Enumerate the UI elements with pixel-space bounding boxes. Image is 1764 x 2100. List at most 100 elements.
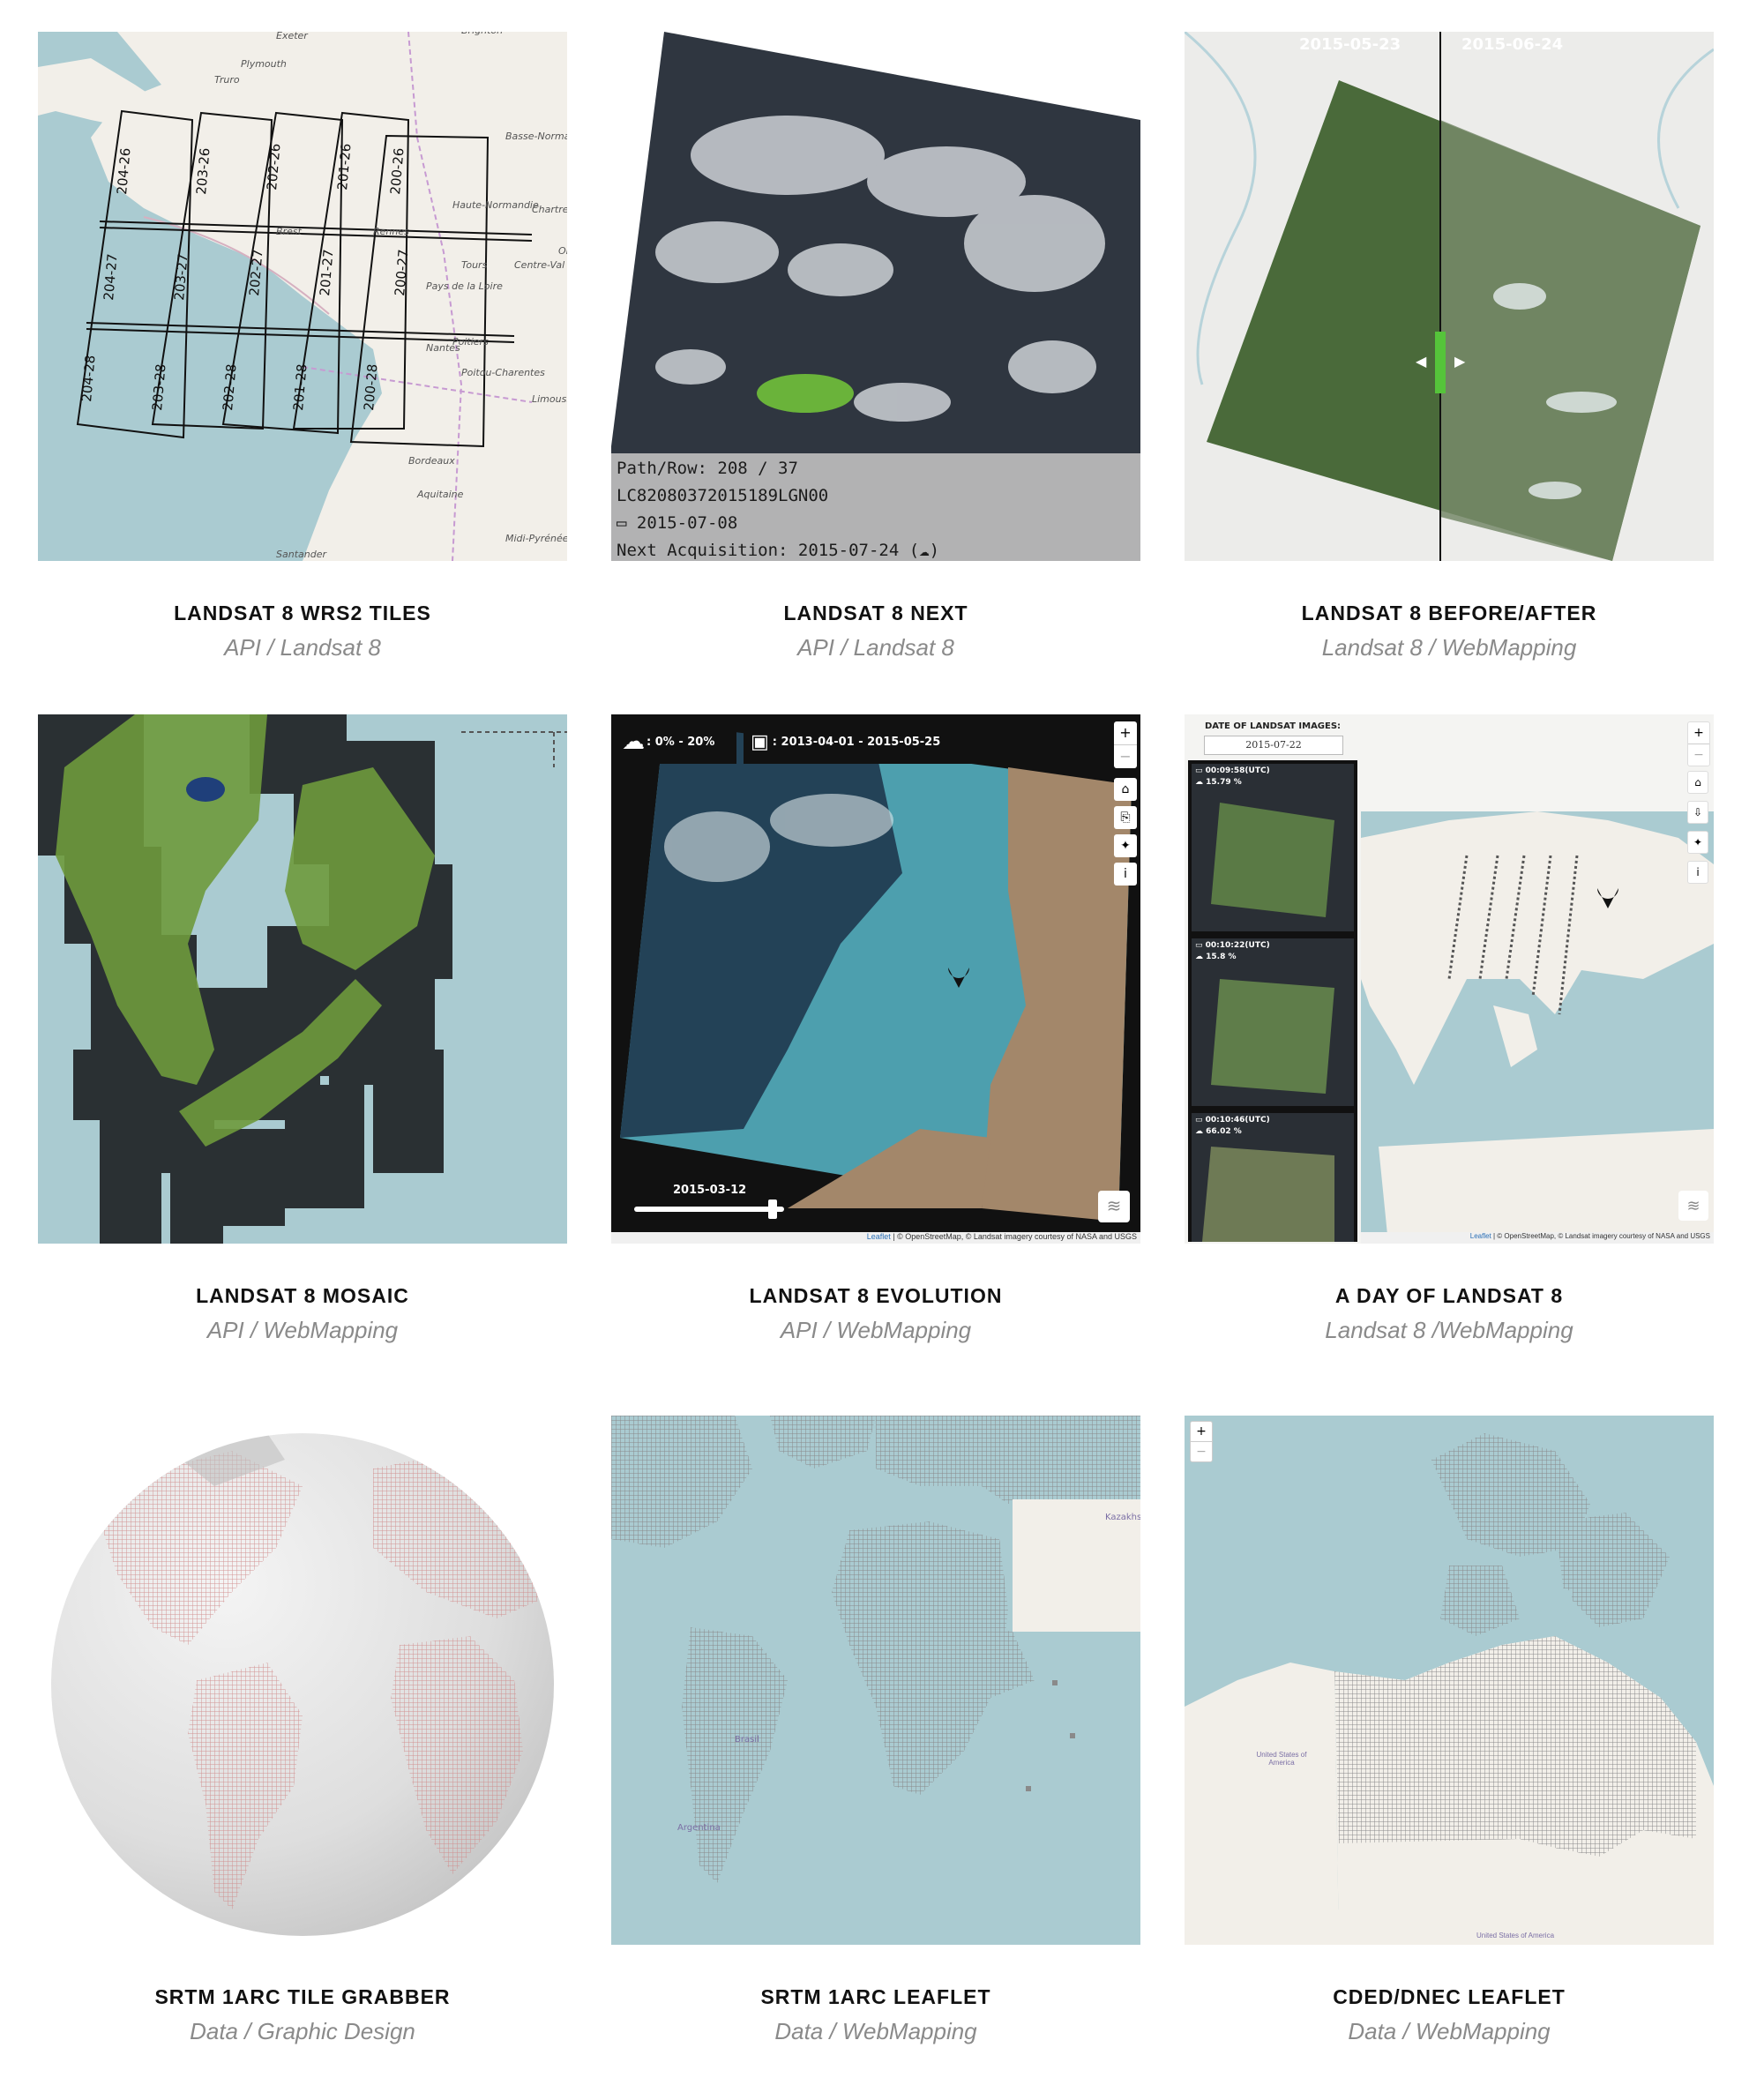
layers-icon[interactable]: ≋ — [1098, 1191, 1130, 1222]
evolution-thumbnail[interactable]: ☁ : 0% - 20% ▣ : 2013-04-01 - 2015-05-25… — [611, 714, 1140, 1244]
date-left-label: 2015-05-23 — [1299, 35, 1401, 54]
map-zoom-controls: + − — [1687, 721, 1710, 766]
slider-date-label: 2015-03-12 — [673, 1184, 747, 1197]
zoom-in-button[interactable]: + — [1191, 1422, 1212, 1442]
zoom-in-button[interactable]: + — [1688, 722, 1709, 744]
card-title[interactable]: A DAY OF LANDSAT 8 — [1185, 1284, 1714, 1308]
map-place-label: Santander — [276, 549, 327, 560]
project-card-before-after[interactable]: ◀ ▶ 2015-05-23 2015-06-24 LANDSAT 8 BEFO… — [1185, 32, 1714, 667]
project-card-srtm-leaflet[interactable]: Kazakhst Brasil Argentina SRTM 1ARC LEAFLE… — [611, 1416, 1140, 2051]
calendar-icon: ▭ — [1195, 1116, 1206, 1125]
download-icon[interactable]: ⎘ — [1114, 806, 1137, 829]
evolution-scene-image — [611, 714, 1140, 1244]
map-place-label: Orléan — [558, 245, 567, 257]
card-title[interactable]: LANDSAT 8 WRS2 TILES — [38, 602, 567, 625]
wrs2-tiles-thumbnail[interactable]: 204-26 203-26 202-26 201-26 200-26 204-27 203-… — [38, 32, 567, 561]
layers-icon[interactable]: ≋ — [1678, 1191, 1708, 1221]
card-title[interactable]: LANDSAT 8 NEXT — [611, 602, 1140, 625]
project-card-evolution[interactable]: ☁ : 0% - 20% ▣ : 2013-04-01 - 2015-05-25… — [611, 714, 1140, 1349]
landsat-next-thumbnail[interactable]: Path/Row: 208 / 37 LC82080372015189LGN00… — [611, 32, 1140, 561]
card-title[interactable]: SRTM 1ARC TILE GRABBER — [38, 1985, 567, 2009]
mosaic-scene-tile — [214, 1129, 285, 1226]
home-icon[interactable]: ⌂ — [1114, 778, 1137, 801]
calendar-icon: ▣ — [751, 730, 769, 753]
home-icon[interactable]: ⌂ — [1687, 771, 1708, 794]
panel-date-input[interactable]: 2015-07-22 — [1204, 736, 1343, 755]
mosaic-thumbnail[interactable] — [38, 714, 567, 1244]
card-title[interactable]: LANDSAT 8 MOSAIC — [38, 1284, 567, 1308]
card-subtitle: API / WebMapping — [206, 1317, 399, 1343]
scene-item[interactable]: ▭ 00:10:46(UTC) ☁ 66.02 % — [1195, 1115, 1270, 1138]
before-after-scene-image: ◀ ▶ — [1185, 32, 1714, 561]
srtm-globe-image — [38, 1416, 567, 1945]
slider-right-arrow: ▶ — [1454, 353, 1466, 370]
time-slider[interactable]: 2015-03-12 — [627, 1184, 786, 1221]
date-range-control[interactable]: ▣ : 2013-04-01 - 2015-05-25 — [744, 720, 1008, 764]
card-subtitle: Landsat 8 / WebMapping — [1321, 634, 1577, 661]
scene-item[interactable]: ▭ 00:10:22(UTC) ☁ 15.8 % — [1195, 940, 1270, 963]
acquisition-date-row: ▭ 2015-07-08 — [617, 513, 738, 533]
map-place-label: Brasil — [735, 1735, 759, 1745]
cded-dnec-thumbnail[interactable]: + − United States of America United Stat… — [1185, 1416, 1714, 1945]
zoom-in-button[interactable]: + — [1114, 721, 1137, 745]
srtm-leaflet-thumbnail[interactable]: Kazakhst Brasil Argentina — [611, 1416, 1140, 1945]
map-place-label: Truro — [214, 74, 240, 86]
twitter-icon[interactable]: ✦ — [1687, 831, 1708, 854]
cloud-filter-control[interactable]: ☁ : 0% - 20% — [617, 720, 736, 764]
map-place-label: Plymouth — [241, 58, 287, 70]
map-label-usa: United States of America — [1476, 1932, 1555, 1939]
card-subtitle: API / Landsat 8 — [797, 634, 954, 661]
zoom-out-button[interactable]: − — [1688, 744, 1709, 766]
day-of-landsat-map-image — [1185, 714, 1714, 1244]
download-icon[interactable]: ⇩ — [1687, 801, 1708, 824]
map-place-label: Centre-Val de Loire — [514, 259, 567, 271]
info-icon[interactable]: i — [1687, 861, 1708, 884]
cded-dnec-map-image — [1185, 1416, 1714, 1945]
info-icon[interactable]: i — [1114, 863, 1137, 886]
map-place-label: Brest — [276, 226, 303, 237]
map-side-buttons: ⌂ ⇩ ✦ i — [1687, 771, 1708, 884]
slider-handle[interactable] — [768, 1199, 777, 1219]
srtm-leaflet-map-image: Kazakhst Brasil Argentina — [611, 1416, 1140, 1945]
map-place-label: Bordeaux — [408, 455, 455, 467]
twitter-icon[interactable]: ✦ — [1114, 834, 1137, 857]
card-title[interactable]: LANDSAT 8 EVOLUTION — [611, 1284, 1140, 1308]
calendar-icon: ▭ — [617, 513, 637, 533]
before-after-thumbnail[interactable]: ◀ ▶ 2015-05-23 2015-06-24 — [1185, 32, 1714, 561]
mosaic-scene-tile — [285, 1085, 364, 1208]
project-card-cded-dnec[interactable]: + − United States of America United Stat… — [1185, 1416, 1714, 2051]
wrs2-map-image: 204-26 203-26 202-26 201-26 200-26204-27 203-… — [38, 32, 567, 561]
zoom-out-button[interactable]: − — [1191, 1442, 1212, 1461]
map-place-label: Nantes — [426, 342, 460, 354]
map-zoom-controls: + − — [1190, 1421, 1213, 1462]
map-place-label: Limousin — [532, 393, 567, 405]
card-title[interactable]: LANDSAT 8 BEFORE/AFTER — [1185, 602, 1714, 625]
map-place-label: Aquitaine — [416, 489, 464, 500]
srtm-grabber-thumbnail[interactable] — [38, 1416, 567, 1945]
map-place-label: Brighton — [461, 32, 503, 36]
map-attribution: Leaflet | © OpenStreetMap, © Landsat ima… — [866, 1232, 1137, 1241]
project-card-srtm-grabber[interactable]: SRTM 1ARC TILE GRABBER Data / Graphic De… — [38, 1416, 567, 2051]
map-place-label: Rennes — [373, 226, 409, 237]
day-of-landsat-thumbnail[interactable]: DATE OF LANDSAT IMAGES: 2015-07-22 ▭ 00:… — [1185, 714, 1714, 1244]
card-subtitle: Data / Graphic Design — [190, 2018, 415, 2044]
project-card-day-of-landsat[interactable]: DATE OF LANDSAT IMAGES: 2015-07-22 ▭ 00:… — [1185, 714, 1714, 1349]
mosaic-map-image — [38, 714, 567, 1244]
project-card-mosaic[interactable]: LANDSAT 8 MOSAIC API / WebMapping — [38, 714, 567, 1349]
calendar-icon: ▭ — [1195, 941, 1206, 950]
card-subtitle: Data / WebMapping — [1348, 2018, 1551, 2044]
leaflet-link[interactable]: Leaflet — [1470, 1232, 1491, 1240]
card-subtitle: API / Landsat 8 — [224, 634, 381, 661]
map-place-label: Exeter — [276, 32, 309, 41]
project-card-landsat-next[interactable]: Path/Row: 208 / 37 LC82080372015189LGN00… — [611, 32, 1140, 667]
cloud-icon: (☁) — [908, 541, 940, 560]
scene-item[interactable]: ▭ 00:09:58(UTC) ☁ 15.79 % — [1195, 766, 1270, 788]
zoom-out-button[interactable]: − — [1114, 745, 1137, 768]
card-title[interactable]: SRTM 1ARC LEAFLET — [611, 1985, 1140, 2009]
cloud-icon: ☁ — [1195, 778, 1207, 787]
project-card-wrs2-tiles[interactable]: 204-26 203-26 202-26 201-26 200-26 204-27 203-… — [38, 32, 567, 667]
leaflet-link[interactable]: Leaflet — [867, 1232, 891, 1241]
calendar-icon: ▭ — [1195, 766, 1206, 775]
panel-title: DATE OF LANDSAT IMAGES: — [1204, 721, 1342, 731]
card-title[interactable]: CDED/DNEC LEAFLET — [1185, 1985, 1714, 2009]
